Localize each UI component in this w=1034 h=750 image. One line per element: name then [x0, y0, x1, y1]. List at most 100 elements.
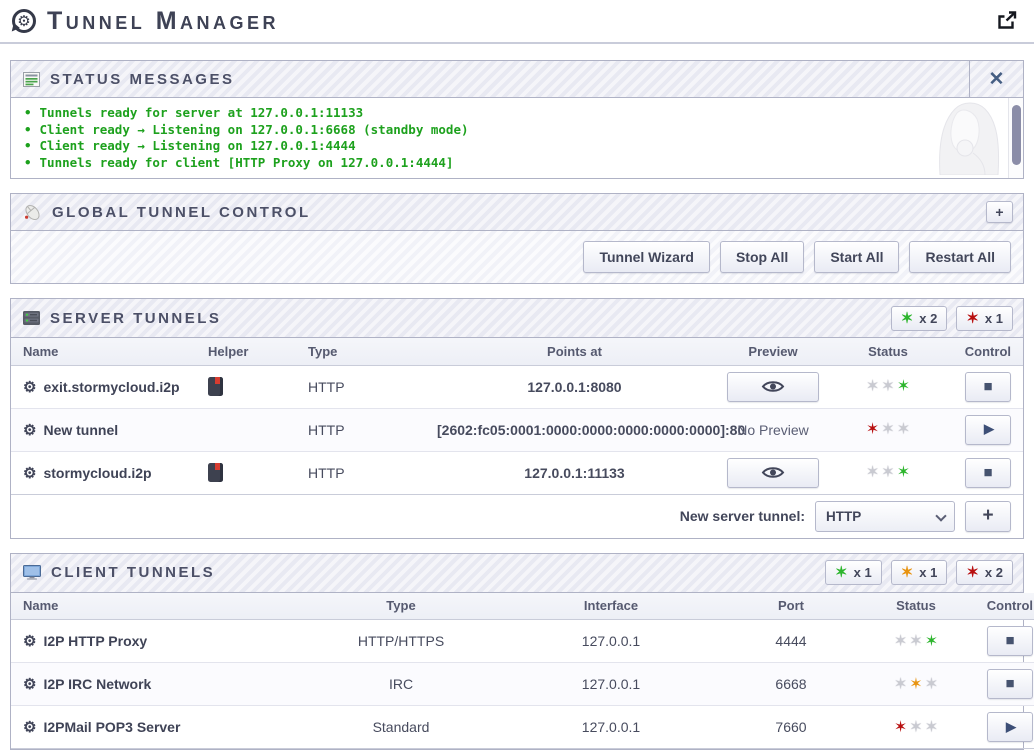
server-icon [23, 311, 40, 325]
close-status-messages-button[interactable]: ✕ [969, 61, 1023, 97]
preview-cell [713, 451, 833, 494]
global-tunnel-control-title: Global Tunnel Control [52, 204, 311, 221]
tunnel-name[interactable]: ⚙I2PMail POP3 Server [11, 706, 301, 749]
play-icon: ▶ [1004, 720, 1016, 735]
gear-icon: ⚙ [23, 379, 36, 396]
tunnel-name[interactable]: ⚙exit.stormycloud.i2p [11, 365, 196, 408]
gray-star-icon: ✶ [897, 421, 910, 438]
tunnel-name[interactable]: ⚙stormycloud.i2p [11, 451, 196, 494]
stop-all-button[interactable]: Stop All [720, 241, 804, 273]
green-star-count-badge: ✶ x 1 [825, 560, 882, 585]
gear-icon: ⚙ [23, 465, 36, 482]
gray-star-icon: ✶ [909, 719, 922, 736]
addressbook-helper-icon[interactable] [208, 463, 223, 482]
badge-count: x 1 [854, 565, 872, 580]
column-header-status: Status [861, 593, 971, 620]
play-tunnel-button[interactable]: ▶ [987, 712, 1033, 742]
restart-all-button[interactable]: Restart All [909, 241, 1011, 273]
stop-icon: ■ [1005, 632, 1014, 649]
column-header-interface: Interface [501, 593, 721, 620]
tunnel-name[interactable]: ⚙I2P IRC Network [11, 663, 301, 706]
gray-star-icon: ✶ [909, 633, 922, 650]
status-stars: ✶✶✶ [861, 706, 971, 749]
global-tunnel-control-header: Global Tunnel Control + [11, 194, 1023, 231]
add-server-tunnel-button[interactable]: + [965, 501, 1011, 532]
server-table-header-row: Name Helper Type Points at Preview Statu… [11, 338, 1023, 365]
preview-button[interactable] [727, 458, 819, 488]
toggle-global-control-button[interactable]: + [986, 201, 1013, 223]
control-cell: ■ [971, 663, 1034, 706]
play-tunnel-button[interactable]: ▶ [965, 415, 1011, 445]
gray-star-icon: ✶ [925, 676, 938, 693]
tunnel-type-select[interactable]: HTTP [815, 501, 955, 532]
badge-count: x 1 [985, 311, 1003, 326]
status-messages-title: Status Messages [50, 71, 234, 88]
control-cell: ▶ [971, 706, 1034, 749]
gear-speech-bubble-icon: ⚙ [12, 9, 36, 33]
stop-icon: ■ [983, 464, 992, 481]
gear-icon: ⚙ [23, 633, 36, 650]
gear-icon: ⚙ [23, 719, 36, 736]
tunnel-wizard-button[interactable]: Tunnel Wizard [583, 241, 710, 273]
tunnel-type-select-wrap: HTTP [815, 501, 955, 532]
tunnel-type: HTTP [296, 451, 436, 494]
control-cell: ■ [943, 451, 1023, 494]
status-messages-panel: Status Messages ✕ Tunnels ready for serv… [10, 60, 1024, 179]
red-star-icon: ✶ [966, 565, 979, 580]
stop-icon: ■ [1005, 675, 1014, 692]
status-message: Client ready → Listening on 127.0.0.1:66… [24, 122, 1023, 139]
status-message-list: Tunnels ready for server at 127.0.0.1:11… [11, 105, 1023, 171]
gray-star-icon: ✶ [881, 464, 894, 481]
tunnel-name[interactable]: ⚙New tunnel [11, 408, 196, 451]
tunnel-type: Standard [301, 706, 501, 749]
server-tunnels-title: Server Tunnels [50, 310, 221, 327]
status-message: Client ready → Listening on 127.0.0.1:44… [24, 138, 1023, 155]
column-header-control: Control [943, 338, 1023, 365]
scrollbar-thumb[interactable] [1012, 105, 1021, 165]
points-at-value: [2602:fc05:0001:0000:0000:0000:0000:0000… [436, 408, 713, 451]
gray-star-icon: ✶ [881, 378, 894, 395]
badge-count: x 1 [919, 565, 937, 580]
column-header-control: Control [971, 593, 1034, 620]
start-all-button[interactable]: Start All [814, 241, 899, 273]
server-status-badges: ✶x 2✶x 1 [891, 299, 1023, 337]
stop-tunnel-button[interactable]: ■ [987, 626, 1033, 656]
preview-button[interactable] [727, 372, 819, 402]
addressbook-helper-icon[interactable] [208, 377, 223, 396]
control-cell: ■ [971, 620, 1034, 663]
page-title: Tunnel Manager [47, 7, 985, 36]
badge-count: x 2 [919, 311, 937, 326]
green-star-icon: ✶ [925, 633, 938, 650]
status-messages-header: Status Messages ✕ [11, 61, 1023, 98]
server-tunnels-table: Name Helper Type Points at Preview Statu… [11, 338, 1023, 495]
client-table-header-row: Name Type Interface Port Status Control [11, 593, 1034, 620]
column-header-status: Status [833, 338, 943, 365]
green-star-icon: ✶ [835, 565, 848, 580]
gear-icon: ⚙ [23, 422, 36, 439]
tunnel-interface: 127.0.0.1 [501, 706, 721, 749]
eye-icon [761, 379, 785, 394]
external-link-icon[interactable] [996, 11, 1018, 31]
monitor-icon [23, 565, 41, 580]
client-status-badges: ✶x 1✶x 1✶x 2 [825, 554, 1023, 592]
status-stars: ✶✶✶ [833, 408, 943, 451]
column-header-preview: Preview [713, 338, 833, 365]
mouse-icon [23, 204, 42, 221]
global-tunnel-control-panel: Global Tunnel Control + Tunnel Wizard St… [10, 193, 1024, 284]
tunnel-name[interactable]: ⚙I2P HTTP Proxy [11, 620, 301, 663]
status-message: Tunnels ready for server at 127.0.0.1:11… [24, 105, 1023, 122]
client-tunnels-title: Client Tunnels [51, 564, 215, 581]
stop-icon: ■ [983, 378, 992, 395]
column-header-port: Port [721, 593, 861, 620]
status-scrollbar[interactable] [1008, 98, 1023, 178]
orange-star-icon: ✶ [909, 676, 922, 693]
stop-tunnel-button[interactable]: ■ [965, 458, 1011, 488]
eye-icon [761, 465, 785, 480]
tunnel-port: 7660 [721, 706, 861, 749]
green-star-icon: ✶ [897, 464, 910, 481]
tunnel-type: HTTP [296, 365, 436, 408]
preview-cell [713, 365, 833, 408]
stop-tunnel-button[interactable]: ■ [987, 669, 1033, 699]
stop-tunnel-button[interactable]: ■ [965, 372, 1011, 402]
column-header-type: Type [296, 338, 436, 365]
